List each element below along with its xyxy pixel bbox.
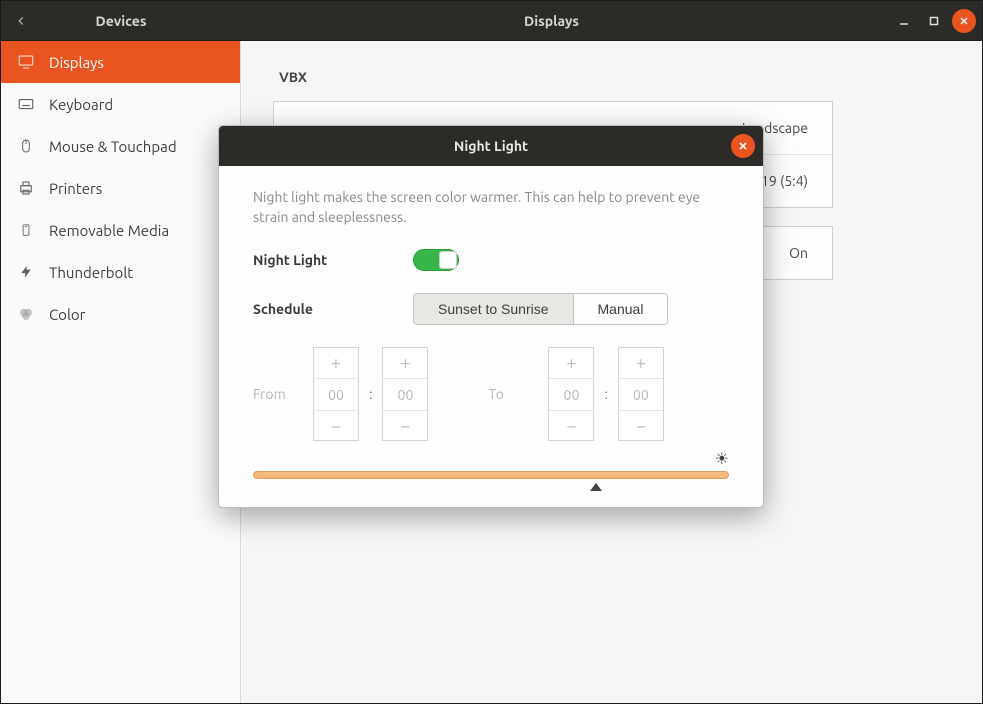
- schedule-segmented: Sunset to Sunrise Manual: [413, 293, 668, 325]
- schedule-sunset-option[interactable]: Sunset to Sunrise: [414, 294, 573, 324]
- sidebar-item-label: Color: [49, 306, 85, 323]
- to-hour-value: 00: [549, 378, 593, 410]
- schedule-label: Schedule: [253, 301, 413, 317]
- sidebar: Displays Keyboard Mouse & Touchpad Print…: [1, 41, 241, 703]
- from-hour-spinner: + 00 −: [313, 347, 359, 441]
- sidebar-item-keyboard[interactable]: Keyboard: [1, 83, 240, 125]
- back-button[interactable]: [1, 1, 41, 41]
- minimize-button[interactable]: [892, 9, 916, 33]
- to-min-down[interactable]: −: [619, 410, 663, 440]
- sidebar-item-color[interactable]: Color: [1, 293, 240, 335]
- from-min-spinner: + 00 −: [382, 347, 428, 441]
- to-hour-spinner: + 00 −: [548, 347, 594, 441]
- schedule-manual-option[interactable]: Manual: [573, 294, 668, 324]
- sidebar-item-mouse[interactable]: Mouse & Touchpad: [1, 125, 240, 167]
- to-time-group: To + 00 − : + 00 −: [488, 347, 663, 441]
- maximize-button[interactable]: [922, 9, 946, 33]
- dialog-description: Night light makes the screen color warme…: [253, 188, 729, 227]
- monitor-name: VBX: [279, 69, 950, 85]
- colon: :: [369, 386, 372, 402]
- mouse-icon: [17, 137, 35, 155]
- colon: :: [604, 386, 607, 402]
- night-light-toggle[interactable]: [413, 249, 459, 271]
- from-min-down[interactable]: −: [383, 410, 427, 440]
- from-hour-up[interactable]: +: [314, 348, 358, 378]
- printer-icon: [17, 179, 35, 197]
- nightlight-value: On: [789, 245, 808, 261]
- to-hour-up[interactable]: +: [549, 348, 593, 378]
- from-time-group: From + 00 − : + 00 −: [253, 347, 428, 441]
- page-title: Displays: [241, 13, 862, 29]
- sidebar-item-label: Thunderbolt: [49, 264, 133, 281]
- dialog-title: Night Light: [454, 138, 528, 154]
- to-label: To: [488, 386, 538, 402]
- display-icon: [17, 53, 35, 71]
- to-min-spinner: + 00 −: [618, 347, 664, 441]
- close-window-button[interactable]: [952, 9, 976, 33]
- dialog-titlebar: Night Light: [219, 126, 763, 166]
- usb-icon: [17, 221, 35, 239]
- sidebar-item-removable-media[interactable]: Removable Media: [1, 209, 240, 251]
- close-dialog-button[interactable]: [731, 134, 755, 158]
- night-light-dialog: Night Light Night light makes the screen…: [218, 125, 764, 508]
- color-icon: [17, 305, 35, 323]
- sidebar-item-label: Keyboard: [49, 96, 113, 113]
- sidebar-item-label: Mouse & Touchpad: [49, 138, 177, 155]
- keyboard-icon: [17, 95, 35, 113]
- titlebar: Devices Displays: [1, 1, 982, 41]
- from-label: From: [253, 386, 303, 402]
- sidebar-item-thunderbolt[interactable]: Thunderbolt: [1, 251, 240, 293]
- from-min-value: 00: [383, 378, 427, 410]
- sidebar-item-label: Displays: [49, 54, 104, 71]
- from-hour-value: 00: [314, 378, 358, 410]
- sidebar-item-label: Printers: [49, 180, 102, 197]
- window-controls: [892, 1, 976, 41]
- to-min-value: 00: [619, 378, 663, 410]
- night-light-toggle-label: Night Light: [253, 252, 413, 268]
- from-hour-down[interactable]: −: [314, 410, 358, 440]
- thunderbolt-icon: [17, 263, 35, 281]
- from-min-up[interactable]: +: [383, 348, 427, 378]
- warmth-icon: ☀: [715, 449, 729, 468]
- sidebar-item-label: Removable Media: [49, 222, 169, 239]
- sidebar-item-printers[interactable]: Printers: [1, 167, 240, 209]
- to-hour-down[interactable]: −: [549, 410, 593, 440]
- color-temperature-slider[interactable]: ☀: [253, 471, 729, 479]
- slider-thumb[interactable]: [590, 483, 602, 491]
- to-min-up[interactable]: +: [619, 348, 663, 378]
- sidebar-item-displays[interactable]: Displays: [1, 41, 240, 83]
